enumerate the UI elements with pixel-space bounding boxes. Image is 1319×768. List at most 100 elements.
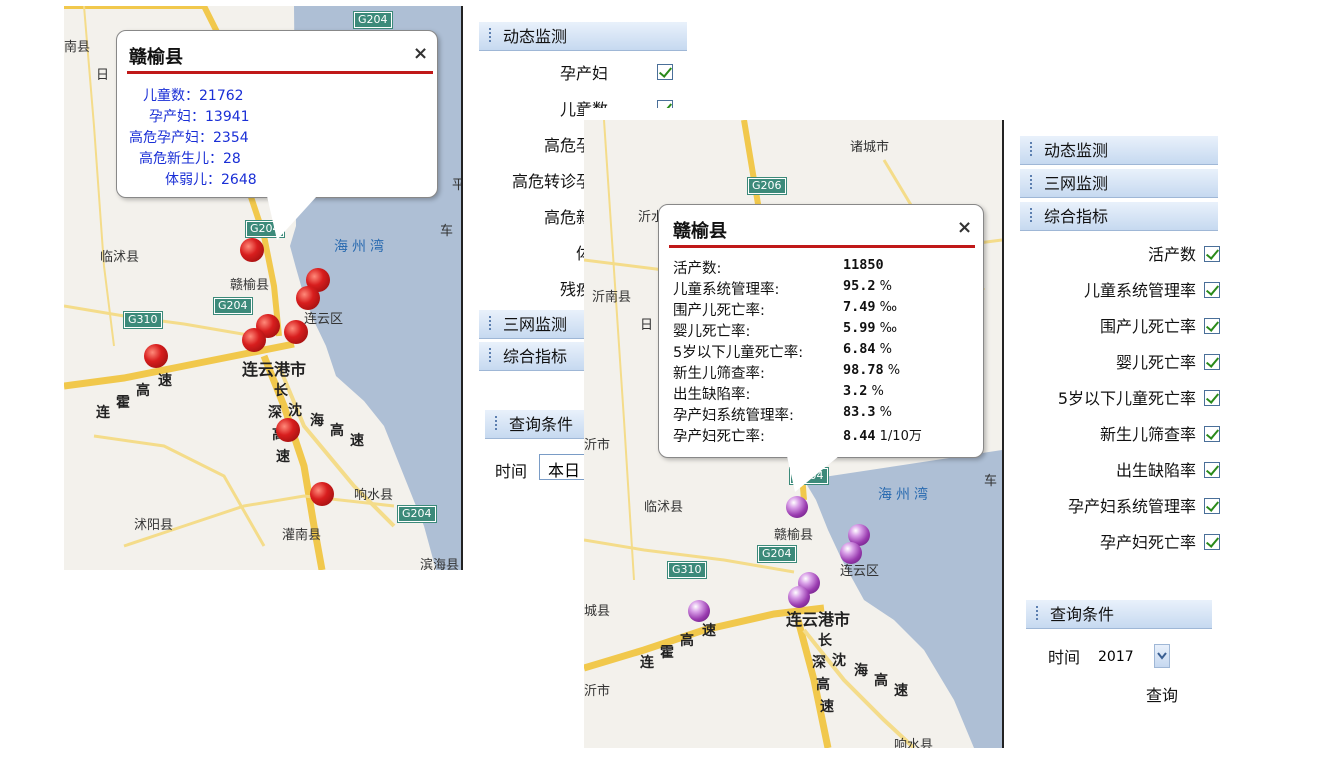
- popup-divider: [127, 71, 433, 74]
- map-label-ganyu: 赣榆县: [774, 528, 814, 543]
- map-label-yinan: 沂南县: [592, 290, 632, 305]
- indicator-number: 95.2: [843, 278, 876, 294]
- indicator-label: 围产儿死亡率:: [673, 303, 765, 319]
- header-three-net[interactable]: 三网监测: [1020, 169, 1218, 198]
- highway-char: 长: [274, 383, 288, 399]
- map-marker[interactable]: [144, 344, 168, 368]
- indicator-checkbox[interactable]: [1204, 534, 1220, 550]
- time-label: 时间: [1048, 648, 1081, 667]
- popup-pointer: [267, 196, 317, 240]
- indicator-unit: ‰: [875, 300, 898, 315]
- indicator-checkbox[interactable]: [1204, 390, 1220, 406]
- indicator-item: 儿童系统管理率: [1083, 281, 1196, 300]
- indicator-checkbox[interactable]: [1204, 462, 1220, 478]
- indicator-checkbox[interactable]: [1204, 426, 1220, 442]
- popup-title: 赣榆县: [129, 47, 183, 68]
- popup-divider: [669, 245, 975, 248]
- highway-char: 连: [96, 405, 110, 421]
- indicator-checkbox[interactable]: [1204, 498, 1220, 514]
- popup-stat-row: 高危新生儿：28: [139, 151, 241, 167]
- header-label: 综合指标: [1044, 207, 1109, 226]
- filter-checkbox[interactable]: [657, 64, 673, 80]
- highway-char: 连: [640, 655, 654, 671]
- map-marker[interactable]: [786, 496, 808, 518]
- popup-pointer: [787, 456, 839, 492]
- header-label: 三网监测: [1044, 174, 1109, 193]
- highway-char: 海: [854, 663, 868, 679]
- map-marker[interactable]: [240, 238, 264, 262]
- time-select-value: 本日: [548, 461, 581, 480]
- map-marker[interactable]: [310, 482, 334, 506]
- map-marker[interactable]: [284, 320, 308, 344]
- header-query-conditions[interactable]: 查询条件: [1026, 600, 1212, 629]
- header-label: 动态监测: [1044, 141, 1109, 160]
- highway-char: 霍: [116, 395, 130, 411]
- map-label-zhucheng: 诸城市: [850, 140, 890, 155]
- map-label-xinshi: 沂市: [584, 438, 611, 453]
- year-select[interactable]: 2017: [1084, 642, 1170, 672]
- map-label-ri: 日: [96, 68, 110, 83]
- indicator-unit: %: [883, 363, 901, 378]
- popup-indicator-row: 5岁以下儿童死亡率: 6.84 %: [673, 341, 892, 362]
- indicator-value: 7.49 ‰: [843, 299, 897, 315]
- map-label-cheng: 城县: [584, 604, 611, 619]
- indicator-item: 活产数: [1147, 245, 1196, 264]
- filter-item: 孕产妇: [559, 64, 608, 83]
- county-info-popup: 赣榆县 × 儿童数：21762 孕产妇：13941 高危孕产妇：2354 高危新…: [116, 30, 438, 240]
- popup-stat-row: 孕产妇：13941: [149, 109, 250, 125]
- map-marker[interactable]: [276, 418, 300, 442]
- indicator-number: 3.2: [843, 383, 868, 399]
- highway-char: 高: [136, 383, 150, 399]
- right-map[interactable]: 诸城市 G206 沂水 车 沂南县 日 沂市 G204 海州湾 临沭县 赣榆县 …: [584, 120, 1002, 748]
- indicator-checkbox[interactable]: [1204, 318, 1220, 334]
- header-label: 查询条件: [509, 415, 574, 434]
- indicator-checkbox[interactable]: [1204, 354, 1220, 370]
- map-marker[interactable]: [296, 286, 320, 310]
- map-label-haizhou-bay: 海州湾: [878, 487, 932, 503]
- header-dynamic-monitoring[interactable]: 动态监测: [479, 22, 687, 51]
- indicator-value: 98.78 %: [843, 362, 900, 378]
- right-side-panel: 动态监测 三网监测 综合指标 活产数 儿童系统管理率 围产儿死亡率 婴儿死亡率 …: [1004, 108, 1256, 748]
- indicator-number: 98.78: [843, 362, 884, 378]
- indicator-number: 6.84: [843, 341, 876, 357]
- indicator-label: 新生儿筛查率:: [673, 366, 765, 382]
- indicator-label: 5岁以下儿童死亡率:: [673, 345, 804, 361]
- highway-char: 海: [310, 413, 324, 429]
- indicator-value: 8.44 1/10万: [843, 425, 922, 444]
- map-label-xinshi-2: 沂市: [584, 684, 611, 699]
- indicator-number: 83.3: [843, 404, 876, 420]
- query-button[interactable]: 查询: [1146, 682, 1178, 706]
- county-indicator-popup: 赣榆县 × 活产数: 11850 儿童系统管理率: 95.2 % 围产儿死亡率: 7.…: [658, 204, 984, 492]
- header-label: 动态监测: [503, 27, 568, 46]
- popup-stat-row: 体弱儿：2648: [165, 172, 257, 188]
- close-icon[interactable]: ×: [413, 43, 428, 64]
- popup-indicator-row: 新生儿筛查率: 98.78 %: [673, 362, 900, 383]
- header-comprehensive[interactable]: 综合指标: [1020, 202, 1218, 231]
- highway-shield: G204: [757, 545, 797, 563]
- highway-char: 高: [330, 423, 344, 439]
- map-marker[interactable]: [688, 600, 710, 622]
- highway-shield: G310: [123, 311, 163, 329]
- map-marker[interactable]: [788, 586, 810, 608]
- chevron-down-icon[interactable]: [1154, 644, 1170, 668]
- map-marker[interactable]: [242, 328, 266, 352]
- indicator-unit: %: [875, 405, 893, 420]
- close-icon[interactable]: ×: [957, 217, 972, 238]
- highway-shield: G204: [353, 11, 393, 29]
- highway-char: 速: [276, 449, 290, 465]
- popup-indicator-row: 出生缺陷率: 3.2 %: [673, 383, 884, 404]
- left-map[interactable]: 南县 日 G204 平 车 G204 海州湾 临沭县 赣榆县 G204 G310…: [64, 6, 462, 570]
- popup-stat-row: 儿童数：21762: [143, 88, 244, 104]
- indicator-item: 婴儿死亡率: [1115, 353, 1196, 372]
- highway-char: 深: [268, 405, 282, 421]
- indicator-checkbox[interactable]: [1204, 282, 1220, 298]
- indicator-label: 活产数:: [673, 261, 722, 277]
- map-label-xiangshui: 响水县: [354, 488, 394, 503]
- indicator-item: 新生儿筛查率: [1099, 425, 1196, 444]
- highway-char: 高: [874, 673, 888, 689]
- indicator-value: 3.2 %: [843, 383, 884, 399]
- indicator-checkbox[interactable]: [1204, 246, 1220, 262]
- header-dynamic-monitoring[interactable]: 动态监测: [1020, 136, 1218, 165]
- map-label-haizhou-bay: 海州湾: [334, 239, 388, 255]
- map-marker[interactable]: [840, 542, 862, 564]
